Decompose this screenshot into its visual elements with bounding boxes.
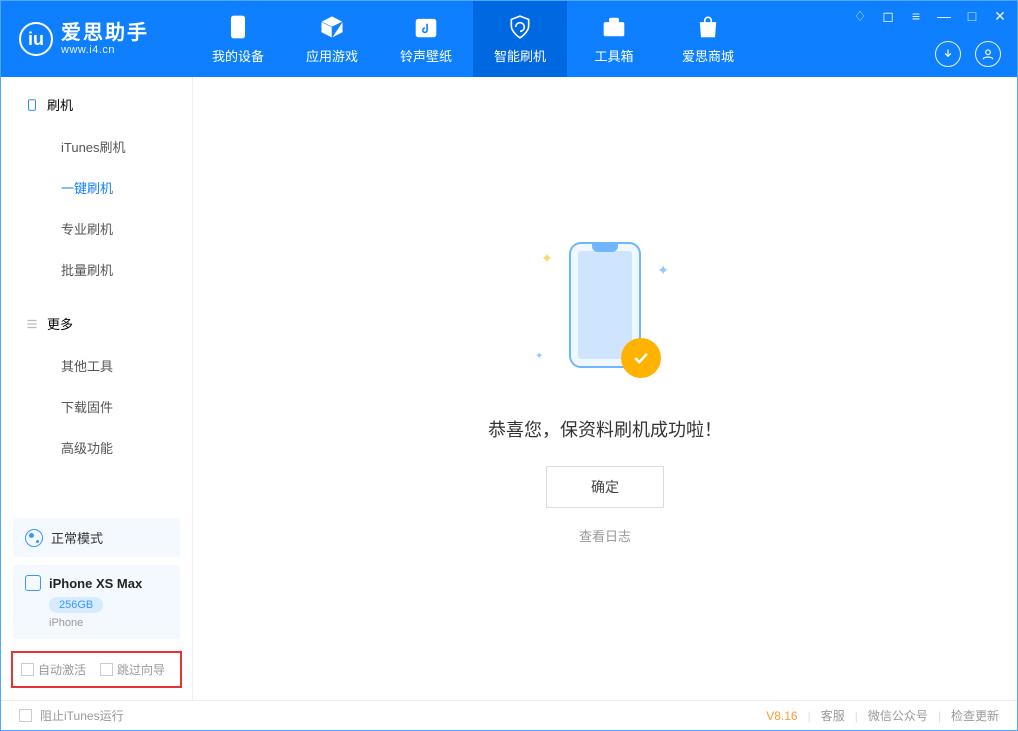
window-controls: ♢ ◻ ≡ — □ ✕	[851, 7, 1009, 25]
device-info-card[interactable]: iPhone XS Max 256GB iPhone	[13, 565, 180, 639]
sidebar-item-advanced[interactable]: 高级功能	[25, 427, 192, 468]
device-capacity: 256GB	[49, 597, 103, 613]
skip-guide-checkbox[interactable]: 跳过向导	[100, 661, 165, 678]
minimize-button[interactable]: —	[935, 7, 953, 25]
sparkle-icon: ✦	[541, 250, 553, 267]
sidebar: 刷机 iTunes刷机 一键刷机 专业刷机 批量刷机 更多 其他工具 下载固件 …	[1, 77, 193, 700]
bag-icon	[695, 14, 721, 40]
maximize-button[interactable]: □	[963, 7, 981, 25]
box-icon[interactable]: ◻	[879, 7, 897, 25]
logo-icon: iu	[19, 22, 53, 56]
sidebar-item-batch-flash[interactable]: 批量刷机	[25, 249, 192, 290]
flash-options-box: 自动激活 跳过向导	[11, 651, 182, 688]
nav-ringtones[interactable]: 铃声壁纸	[379, 1, 473, 77]
app-name: 爱思助手	[61, 22, 149, 44]
nav-toolbox[interactable]: 工具箱	[567, 1, 661, 77]
logo-area: iu 爱思助手 www.i4.cn	[1, 1, 191, 77]
music-folder-icon	[413, 14, 439, 40]
device-type: iPhone	[49, 617, 168, 629]
nav-flash[interactable]: 智能刷机	[473, 1, 567, 77]
view-log-link[interactable]: 查看日志	[579, 529, 631, 544]
success-message: 恭喜您，保资料刷机成功啦！	[488, 416, 722, 442]
nav-apps[interactable]: 应用游戏	[285, 1, 379, 77]
stop-itunes-checkbox[interactable]: 阻止iTunes运行	[19, 707, 124, 724]
support-link[interactable]: 客服	[821, 707, 845, 724]
phone-small-icon	[25, 575, 41, 591]
device-status-card[interactable]: 正常模式	[13, 518, 180, 557]
list-icon	[25, 317, 39, 331]
device-status-label: 正常模式	[51, 528, 103, 547]
sidebar-section-more-title: 更多	[47, 314, 73, 333]
checkbox-icon	[21, 663, 34, 676]
sparkle-icon: ✦	[657, 262, 669, 279]
sidebar-item-pro-flash[interactable]: 专业刷机	[25, 208, 192, 249]
success-illustration: ✦ ✦ ✦	[505, 232, 705, 392]
cube-icon	[319, 14, 345, 40]
auto-activate-checkbox[interactable]: 自动激活	[21, 661, 86, 678]
auto-activate-label: 自动激活	[38, 661, 86, 678]
nav-device[interactable]: 我的设备	[191, 1, 285, 77]
top-nav: 我的设备 应用游戏 铃声壁纸 智能刷机 工具箱 爱思商城	[191, 1, 755, 77]
sidebar-item-oneclick-flash[interactable]: 一键刷机	[25, 167, 192, 208]
check-update-link[interactable]: 检查更新	[951, 707, 999, 724]
nav-store-label: 爱思商城	[682, 46, 734, 65]
main-content: ✦ ✦ ✦ 恭喜您，保资料刷机成功啦！ 确定 查看日志	[193, 77, 1017, 700]
stop-itunes-label: 阻止iTunes运行	[40, 707, 124, 724]
skip-guide-label: 跳过向导	[117, 661, 165, 678]
ok-button[interactable]: 确定	[546, 466, 664, 508]
nav-store[interactable]: 爱思商城	[661, 1, 755, 77]
download-button[interactable]	[935, 41, 961, 67]
nav-ringtones-label: 铃声壁纸	[400, 46, 452, 65]
sparkle-icon: ✦	[535, 351, 543, 362]
device-icon	[25, 98, 39, 112]
footer: 阻止iTunes运行 V8.16 | 客服 | 微信公众号 | 检查更新	[1, 700, 1017, 730]
checkbox-icon	[100, 663, 113, 676]
header-right-buttons	[935, 41, 1001, 67]
phone-icon	[225, 14, 251, 40]
nav-flash-label: 智能刷机	[494, 46, 546, 65]
menu-icon[interactable]: ≡	[907, 7, 925, 25]
close-button[interactable]: ✕	[991, 7, 1009, 25]
sidebar-item-other-tools[interactable]: 其他工具	[25, 345, 192, 386]
sidebar-item-download-firmware[interactable]: 下载固件	[25, 386, 192, 427]
status-icon	[25, 529, 43, 547]
app-site: www.i4.cn	[61, 44, 149, 56]
checkbox-icon	[19, 709, 32, 722]
nav-toolbox-label: 工具箱	[594, 46, 633, 65]
wechat-link[interactable]: 微信公众号	[868, 707, 928, 724]
toolbox-icon	[601, 14, 627, 40]
user-button[interactable]	[975, 41, 1001, 67]
sidebar-section-more: 更多	[25, 314, 192, 333]
version-label: V8.16	[766, 709, 797, 723]
sidebar-item-itunes-flash[interactable]: iTunes刷机	[25, 126, 192, 167]
nav-device-label: 我的设备	[212, 46, 264, 65]
tshirt-icon[interactable]: ♢	[851, 7, 869, 25]
shield-refresh-icon	[507, 14, 533, 40]
device-name: iPhone XS Max	[49, 576, 142, 591]
check-badge-icon	[621, 338, 661, 378]
sidebar-section-flash-title: 刷机	[47, 95, 73, 114]
nav-apps-label: 应用游戏	[306, 46, 358, 65]
header: iu 爱思助手 www.i4.cn 我的设备 应用游戏 铃声壁纸 智能刷机 工具…	[1, 1, 1017, 77]
sidebar-section-flash: 刷机	[25, 95, 192, 114]
